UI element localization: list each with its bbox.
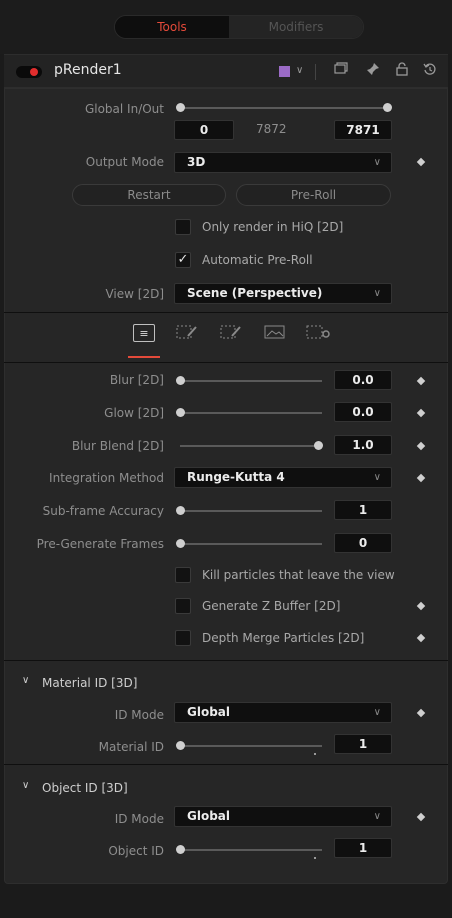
subframe-knob[interactable] [176, 506, 185, 515]
settings-icon[interactable] [306, 324, 330, 342]
blur-field[interactable]: 0.0 [334, 370, 392, 390]
object-section-title[interactable]: Object ID [3D] [42, 781, 128, 795]
global-in-field[interactable]: 0 [174, 120, 234, 140]
reset-icon[interactable] [423, 62, 437, 80]
tab-tools[interactable]: Tools [115, 16, 229, 38]
pregen-label: Pre-Generate Frames [36, 537, 164, 551]
pregen-knob[interactable] [176, 539, 185, 548]
zbuffer-label: Generate Z Buffer [2D] [202, 599, 341, 613]
view-label: View [2D] [105, 287, 164, 301]
restart-button[interactable]: Restart [72, 184, 226, 206]
divider [4, 312, 448, 313]
glow-label: Glow [2D] [104, 406, 164, 420]
glow-field[interactable]: 0.0 [334, 402, 392, 422]
chevron-down-icon: ∨ [373, 811, 381, 822]
subframe-track[interactable] [180, 510, 322, 512]
node-color-swatch[interactable] [279, 66, 290, 77]
active-subtab-indicator [128, 356, 160, 358]
hiq-label: Only render in HiQ [2D] [202, 220, 344, 234]
auto-preroll-label: Automatic Pre-Roll [202, 253, 313, 267]
chevron-down-icon: ∨ [373, 472, 381, 483]
object-idmode-label: ID Mode [114, 812, 164, 826]
particle-edit-2-icon[interactable] [220, 324, 242, 342]
pregen-track[interactable] [180, 543, 322, 545]
blur-blend-label: Blur Blend [2D] [71, 439, 164, 453]
chevron-down-icon: ∨ [373, 707, 381, 718]
material-idmode-dropdown[interactable]: Global ∨ [174, 702, 392, 723]
material-section-title[interactable]: Material ID [3D] [42, 676, 137, 690]
material-id-label: Material ID [98, 740, 164, 754]
particle-edit-icon[interactable] [176, 324, 198, 342]
glow-track[interactable] [180, 412, 322, 414]
blur-label: Blur [2D] [109, 373, 164, 387]
hiq-checkbox[interactable] [175, 219, 191, 235]
object-id-label: Object ID [108, 844, 164, 858]
lock-icon[interactable] [396, 62, 408, 80]
view-dropdown[interactable]: Scene (Perspective) ∨ [174, 283, 392, 304]
integration-value: Runge-Kutta 4 [187, 470, 285, 484]
object-id-knob[interactable] [176, 845, 185, 854]
object-id-field[interactable]: 1 [334, 838, 392, 858]
chevron-down-icon: ∨ [373, 288, 381, 299]
checkmark-icon: ✓ [177, 252, 189, 267]
integration-label: Integration Method [49, 471, 164, 485]
global-in-knob[interactable] [176, 103, 185, 112]
pregen-field[interactable]: 0 [334, 533, 392, 553]
subframe-label: Sub-frame Accuracy [42, 504, 164, 518]
object-idmode-dropdown[interactable]: Global ∨ [174, 806, 392, 827]
material-idmode-label: ID Mode [114, 708, 164, 722]
depth-merge-label: Depth Merge Particles [2D] [202, 631, 365, 645]
dropdown-chevron-icon[interactable]: ∨ [296, 65, 303, 76]
enable-dot-icon [30, 68, 38, 76]
blur-knob[interactable] [176, 376, 185, 385]
material-id-knob[interactable] [176, 741, 185, 750]
view-value: Scene (Perspective) [187, 286, 323, 300]
divider [4, 362, 448, 363]
tab-modifiers[interactable]: Modifiers [229, 16, 363, 38]
node-enable-toggle[interactable] [16, 66, 42, 78]
output-mode-label: Output Mode [85, 155, 164, 169]
global-out-knob[interactable] [383, 103, 392, 112]
global-range-value: 7872 [256, 122, 287, 136]
global-inout-track[interactable] [180, 107, 388, 109]
object-idmode-value: Global [187, 809, 231, 823]
global-inout-label: Global In/Out [84, 102, 164, 116]
top-bar: Tools Modifiers [0, 0, 452, 54]
output-mode-value: 3D [187, 155, 206, 169]
auto-preroll-checkbox[interactable]: ✓ [175, 252, 191, 268]
material-id-track[interactable] [180, 745, 322, 747]
zbuffer-checkbox[interactable] [175, 598, 191, 614]
kill-particles-checkbox[interactable] [175, 567, 191, 583]
window-icon[interactable] [334, 62, 348, 80]
pin-icon[interactable] [366, 62, 380, 80]
default-tick [314, 753, 316, 755]
output-mode-dropdown[interactable]: 3D ∨ [174, 152, 392, 173]
divider [4, 660, 448, 661]
image-icon[interactable] [264, 324, 286, 342]
divider [4, 764, 448, 765]
default-tick [314, 857, 316, 859]
blur-track[interactable] [180, 380, 322, 382]
material-idmode-value: Global [187, 705, 231, 719]
inspector-tabs: Tools Modifiers [114, 15, 364, 39]
chevron-down-icon: ∨ [373, 157, 381, 168]
material-id-field[interactable]: 1 [334, 734, 392, 754]
chevron-down-icon[interactable]: ∨ [22, 675, 29, 686]
kill-particles-label: Kill particles that leave the view [202, 568, 395, 582]
global-out-field[interactable]: 7871 [334, 120, 392, 140]
preroll-button[interactable]: Pre-Roll [236, 184, 391, 206]
header-divider [315, 64, 316, 80]
depth-merge-checkbox[interactable] [175, 630, 191, 646]
controls-icon[interactable]: ≡ [133, 324, 155, 342]
node-header[interactable]: pRender1 ∨ [4, 54, 448, 88]
chevron-down-icon[interactable]: ∨ [22, 780, 29, 791]
blur-blend-knob[interactable] [314, 441, 323, 450]
integration-dropdown[interactable]: Runge-Kutta 4 ∨ [174, 467, 392, 488]
object-id-track[interactable] [180, 849, 322, 851]
glow-knob[interactable] [176, 408, 185, 417]
node-title: pRender1 [54, 62, 122, 78]
subframe-field[interactable]: 1 [334, 500, 392, 520]
blur-blend-track[interactable] [180, 445, 322, 447]
blur-blend-field[interactable]: 1.0 [334, 435, 392, 455]
